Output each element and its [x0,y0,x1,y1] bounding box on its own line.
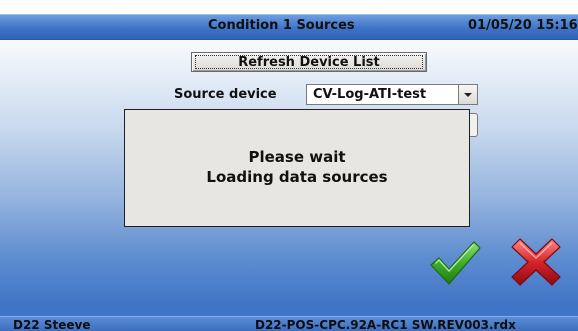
status-software-revision: D22-POS-CPC.92A-RC1 SW.REV003.rdx [255,318,516,331]
dialog-message-title: Please wait [248,148,346,166]
source-device-value: CV-Log-ATI-test [313,87,427,102]
app-screen: Condition 1 Sources 01/05/20 15:16 Refre… [0,0,578,331]
datetime-display: 01/05/20 15:16 [468,18,578,33]
red-x-icon[interactable] [510,236,562,288]
focus-ring [195,55,423,69]
status-bar: D22 Steeve D22-POS-CPC.92A-RC1 SW.REV003… [0,316,578,331]
loading-dialog: Please wait Loading data sources [124,109,470,227]
source-device-select[interactable]: CV-Log-ATI-test [306,84,478,105]
page-title: Condition 1 Sources [208,18,355,33]
title-bar: Condition 1 Sources 01/05/20 15:16 [0,14,578,40]
green-checkmark-icon[interactable] [428,238,482,288]
refresh-device-list-button[interactable]: Refresh Device List [191,52,427,72]
status-user: D22 Steeve [13,318,91,331]
chevron-down-icon[interactable] [458,85,477,104]
source-device-label: Source device [174,87,277,102]
dialog-message-detail: Loading data sources [206,168,388,186]
